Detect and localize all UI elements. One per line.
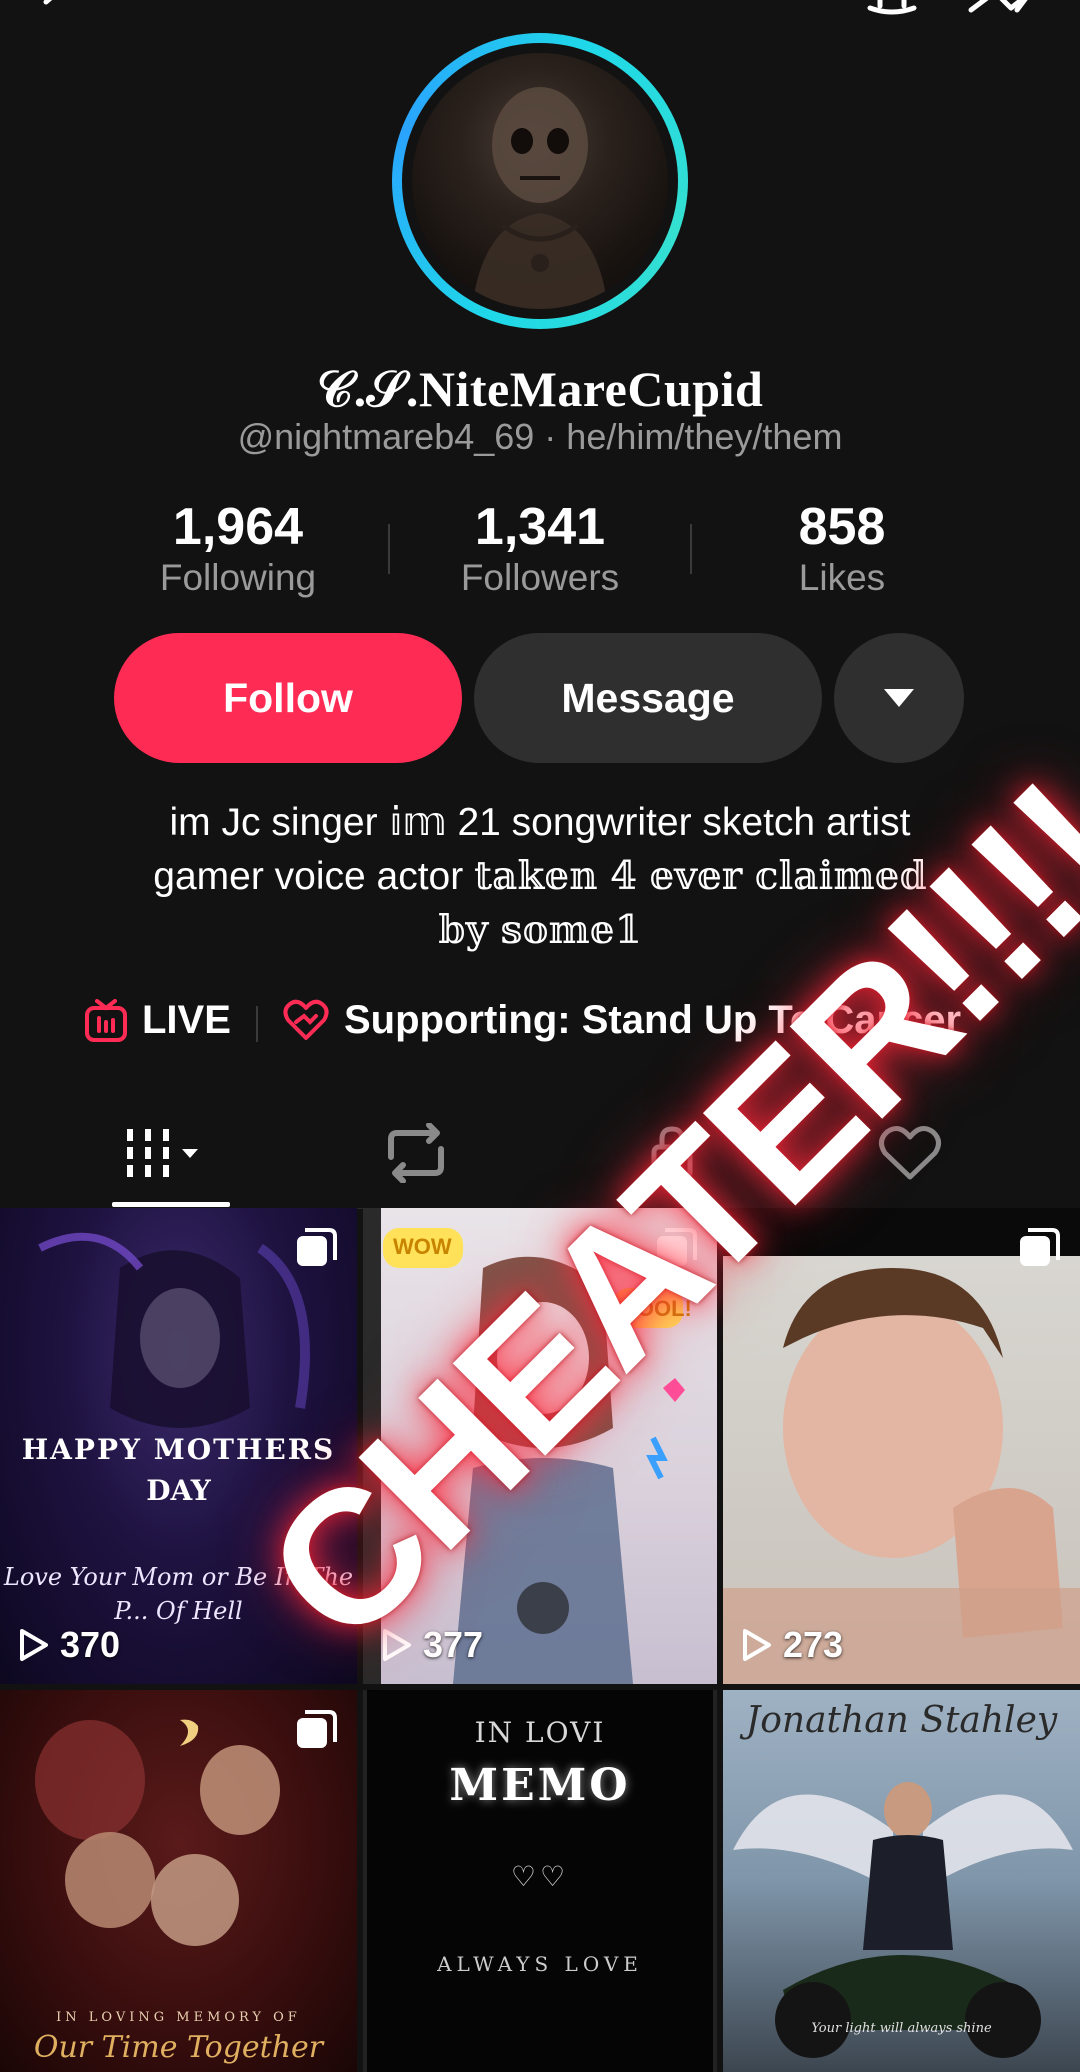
view-count-label: 273 xyxy=(783,1624,844,1665)
play-icon xyxy=(743,1629,771,1661)
followers-count: 1,341 xyxy=(474,498,606,556)
tab-reposts[interactable] xyxy=(316,1100,516,1206)
message-button[interactable]: Message xyxy=(474,633,822,763)
back-arrow-icon[interactable] xyxy=(38,0,78,20)
view-count: 273 xyxy=(741,1624,843,1666)
video-caption: Love Your Mom or Be In The P... Of Hell xyxy=(3,1563,354,1625)
following-count: 1,964 xyxy=(172,498,304,556)
view-count: 377 xyxy=(381,1624,483,1666)
live-label[interactable]: LIVE xyxy=(142,998,231,1043)
username-pronouns: @nightmareb4_69 · he/him/they/them xyxy=(237,416,843,457)
display-name: 𝒞.𝒮.NiteMareCupid xyxy=(316,361,764,417)
tab-videos[interactable] xyxy=(70,1100,270,1206)
following-label: Following xyxy=(159,557,317,598)
multi-image-icon xyxy=(297,1228,337,1266)
tab-liked[interactable] xyxy=(810,1100,1010,1206)
followers-label: Followers xyxy=(460,557,620,598)
share-icon[interactable] xyxy=(965,0,1035,26)
more-options-button[interactable] xyxy=(834,633,964,763)
view-count-label: 377 xyxy=(423,1624,484,1665)
heart-hand-icon[interactable] xyxy=(282,996,330,1044)
stat-following[interactable]: 1,964 Following xyxy=(88,498,388,600)
bio-line: gamer voice actor 𝕥𝕒𝕜𝕖𝕟 𝟜 𝕖𝕧𝕖𝕣 𝕔𝕝𝕒𝕚𝕞𝕖𝕕 xyxy=(153,854,927,899)
video-caption: Our Time Together xyxy=(33,2030,324,2065)
video-caption: HAPPY MOTHERS xyxy=(21,1433,336,1466)
play-icon xyxy=(20,1629,48,1661)
video-caption: ♡♡ xyxy=(510,1861,570,1892)
video-caption: ALWAYS LOVE xyxy=(437,1952,643,1976)
bio: im Jc singer 𝕚𝕞 21 songwriter sketch art… xyxy=(0,796,1080,958)
repost-icon xyxy=(388,1123,444,1183)
grid-icon xyxy=(127,1129,198,1177)
video-caption: IN LOVING MEMORY OF xyxy=(56,2010,301,2025)
multi-image-icon xyxy=(297,1710,337,1748)
avatar[interactable] xyxy=(412,53,668,309)
profile-stats: 1,964 Following 1,341 Followers 858 Like… xyxy=(0,498,1080,608)
angel-motorcycle-icon xyxy=(733,1782,1073,2058)
avatar-skull-portrait-icon xyxy=(472,87,608,309)
heart-icon xyxy=(879,1125,941,1180)
stat-divider xyxy=(690,524,692,574)
follow-button[interactable]: Follow xyxy=(114,633,462,763)
bell-icon[interactable] xyxy=(862,0,922,26)
play-icon xyxy=(383,1629,411,1661)
stat-likes[interactable]: 858 Likes xyxy=(692,498,992,600)
video-caption: Your light will always shine xyxy=(811,2021,992,2036)
avatar-ring[interactable] xyxy=(392,33,688,329)
video-tile[interactable]: HAPPY MOTHERS DAY Love Your Mom or Be In… xyxy=(0,1208,357,1684)
video-tile[interactable]: IN LOVI MEMO ♡♡ ALWAYS LOVE xyxy=(363,1690,717,2072)
video-caption: DAY xyxy=(146,1474,211,1507)
tab-private[interactable] xyxy=(572,1100,772,1206)
view-count-label: 370 xyxy=(60,1624,121,1665)
video-caption: IN LOVI xyxy=(474,1716,606,1749)
likes-count: 858 xyxy=(798,498,886,556)
video-tile[interactable]: WOW COOL! 377 xyxy=(363,1208,717,1684)
video-caption: MEMO xyxy=(449,1760,631,1811)
view-count: 370 xyxy=(18,1624,120,1666)
video-caption: COOL! xyxy=(621,1296,692,1321)
multi-image-icon xyxy=(657,1228,697,1266)
lock-icon xyxy=(651,1126,693,1180)
profile-meta-row: LIVE Supporting: Stand Up To Cancer xyxy=(0,994,1080,1054)
bio-line: 𝕓𝕪 𝕤𝕠𝕞𝕖𝟙 xyxy=(438,908,642,953)
profile-tabs xyxy=(0,1100,1080,1209)
sketch-artwork-icon xyxy=(363,1208,685,1684)
video-grid: HAPPY MOTHERS DAY Love Your Mom or Be In… xyxy=(0,1208,1080,2072)
bio-line: im Jc singer 𝕚𝕞 21 songwriter sketch art… xyxy=(169,801,911,844)
supporting-label[interactable]: Supporting: Stand Up To Cancer xyxy=(344,998,961,1043)
video-tile[interactable]: IN LOVING MEMORY OF Our Time Together xyxy=(0,1690,357,2072)
meta-divider xyxy=(256,1006,258,1042)
likes-label: Likes xyxy=(798,557,886,598)
video-caption: WOW xyxy=(393,1234,452,1259)
video-tile[interactable]: Jonathan Stahley Your light will always … xyxy=(723,1690,1080,2072)
video-caption: Jonathan Stahley xyxy=(745,1700,1058,1741)
active-tab-indicator xyxy=(112,1202,230,1207)
stat-followers[interactable]: 1,341 Followers xyxy=(390,498,690,600)
selfie-photo-icon xyxy=(723,1268,1080,1684)
multi-image-icon xyxy=(1020,1228,1060,1266)
video-tile[interactable]: 273 xyxy=(723,1208,1080,1684)
top-bar xyxy=(0,0,1080,30)
live-tv-icon[interactable] xyxy=(84,998,128,1044)
caret-down-icon xyxy=(884,689,914,707)
stat-divider xyxy=(388,524,390,574)
